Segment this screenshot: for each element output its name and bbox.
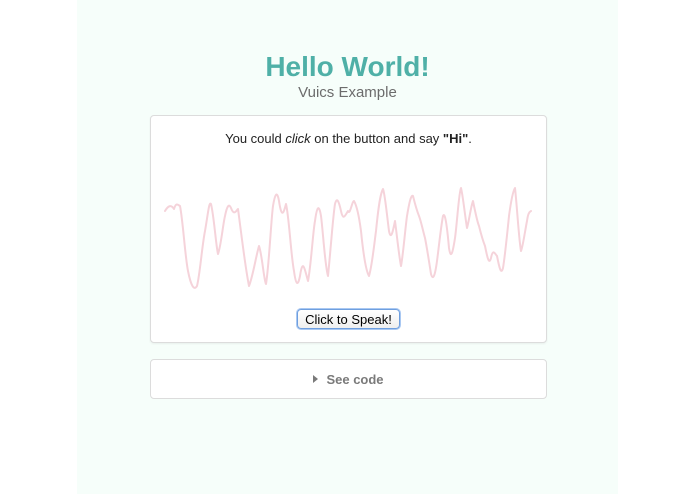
speech-card: You could click on the button and say "H… [150,115,547,343]
instruction-keyword: "Hi" [442,131,469,146]
speak-button[interactable]: Click to Speak! [297,309,400,329]
triangle-right-icon [313,375,319,383]
instruction-middle: on the button and say [310,131,443,146]
instruction-prefix: You could [225,131,286,146]
instruction-emphasis: click [285,131,311,146]
waveform-line [164,187,532,289]
see-code-label: See code [326,371,384,387]
waveform-svg [164,187,532,289]
instruction-suffix: . [468,131,472,146]
page-subtitle: Vuics Example [298,84,397,101]
page-title: Hello World! [265,51,430,82]
see-code-toggle[interactable]: See code [150,359,547,399]
instruction-text: You could click on the button and say "H… [151,130,546,148]
waveform-visualizer [163,176,534,296]
